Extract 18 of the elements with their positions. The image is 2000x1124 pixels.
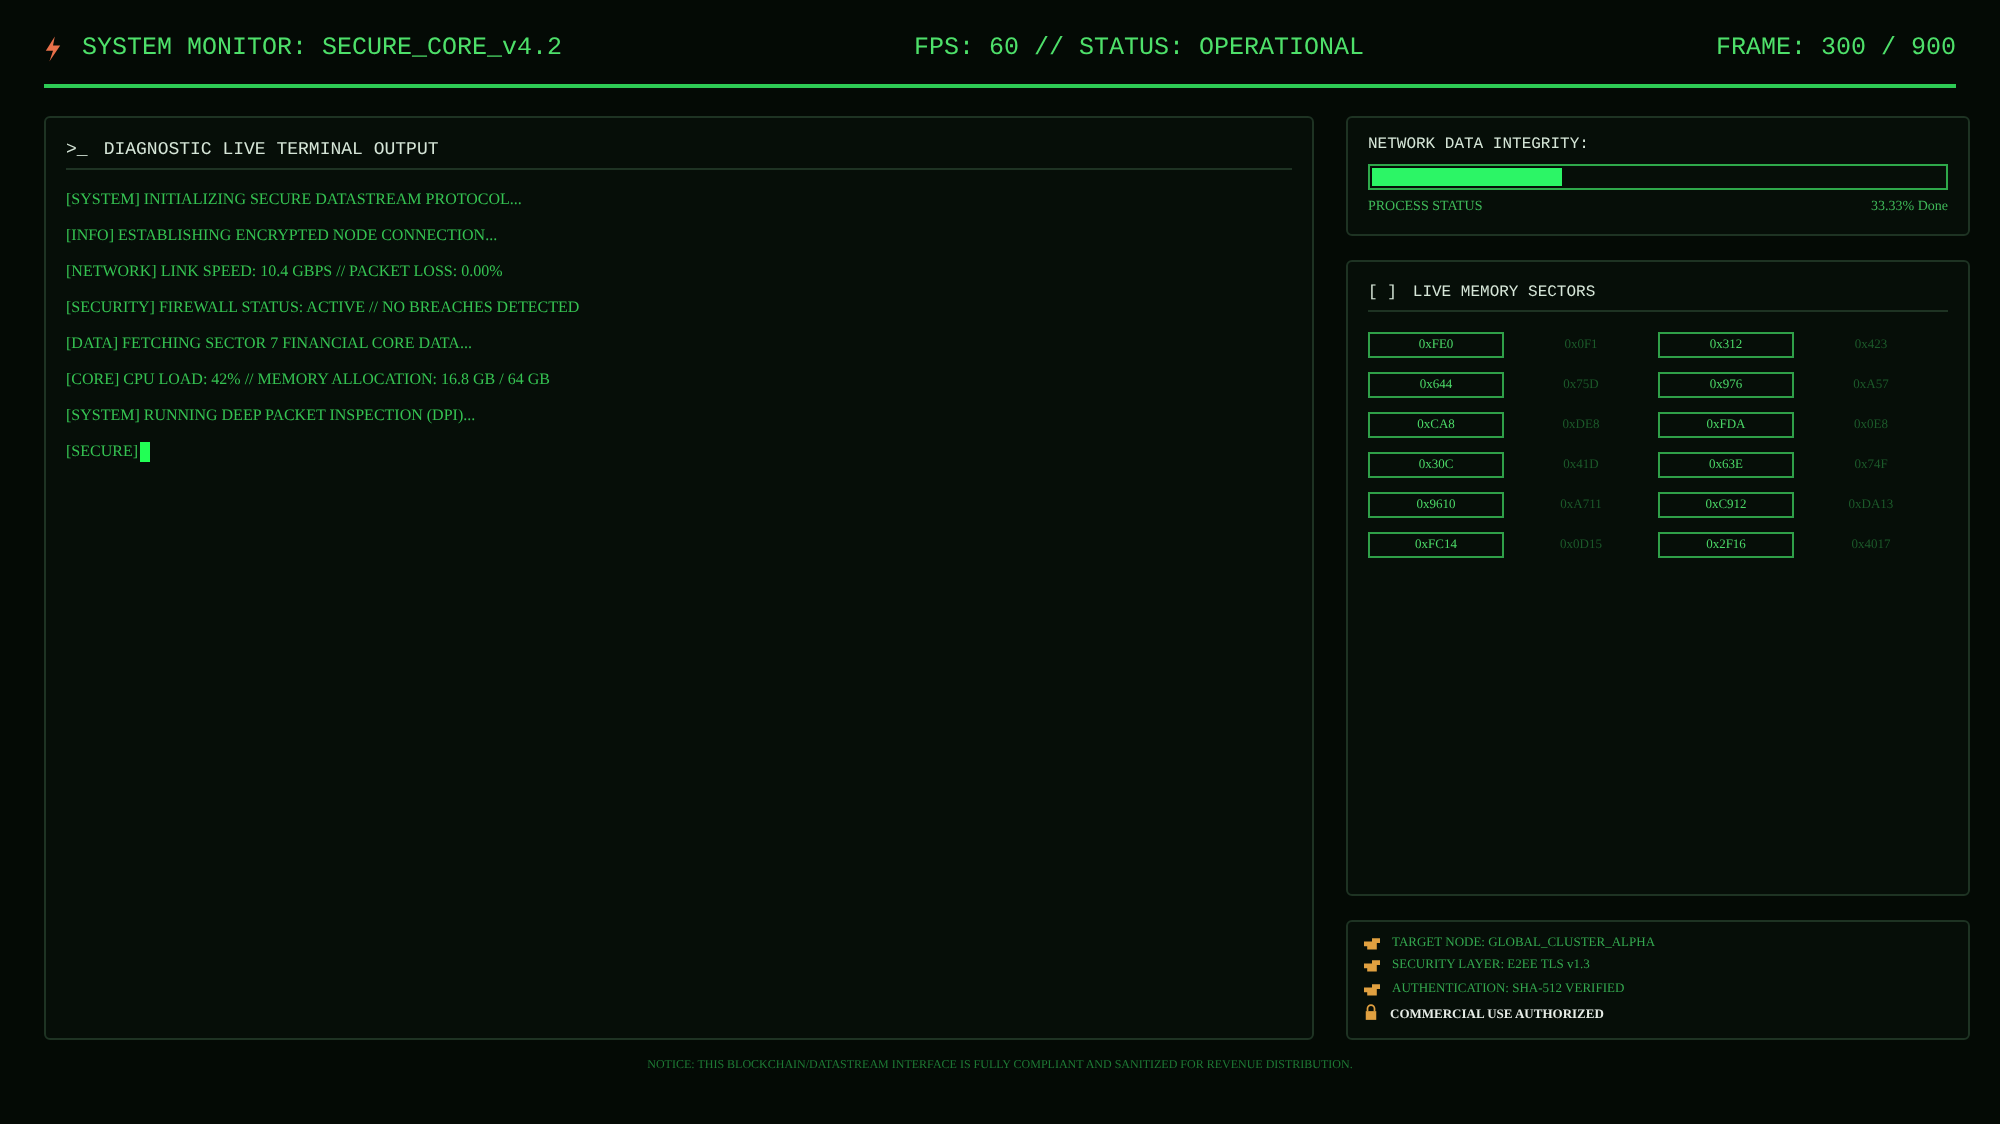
log-line: [DATA] FETCHING SECTOR 7 FINANCIAL CORE DATA... xyxy=(66,332,474,356)
panel-title: DIAGNOSTIC LIVE TERMINAL OUTPUT xyxy=(103,140,439,160)
log-line: [SYSTEM] INITIALIZING SECURE DATASTREAM PROTOCOL... xyxy=(66,188,524,212)
frame-counter: FRAME: 300 / 900 xyxy=(1715,34,1956,62)
app-title: SYSTEM MONITOR: SECURE_CORE_v4.2 xyxy=(82,34,563,62)
panel-title: LIVE MEMORY SECTORS xyxy=(1412,284,1596,302)
status-text: FPS: 60 // STATUS: OPERATIONAL xyxy=(913,34,1365,62)
log-line: [SECURITY] FIREWALL STATUS: ACTIVE // NO BREACHES DETECTED xyxy=(66,296,582,320)
log-line: [INFO] ESTABLISHING ENCRYPTED NODE CONNECTION... xyxy=(66,224,500,248)
log-line: [SYSTEM] RUNNING DEEP PACKET INSPECTION (DPI)... xyxy=(66,404,478,428)
lock-icon xyxy=(1364,1003,1378,1020)
prompt-text: [SECURE] xyxy=(66,440,138,464)
prompt-icon: >_ xyxy=(66,140,88,160)
panel-title: NETWORK DATA INTEGRITY: xyxy=(1368,136,1591,154)
log-line: [CORE] CPU LOAD: 42% // MEMORY ALLOCATION: 16.8 GB / 64 GB xyxy=(66,368,552,392)
bracket-icon: [ ] xyxy=(1368,284,1397,302)
log-line: [NETWORK] LINK SPEED: 10.4 GBPS // PACKET LOSS: 0.00% xyxy=(66,260,505,284)
lightning-icon xyxy=(44,35,62,61)
